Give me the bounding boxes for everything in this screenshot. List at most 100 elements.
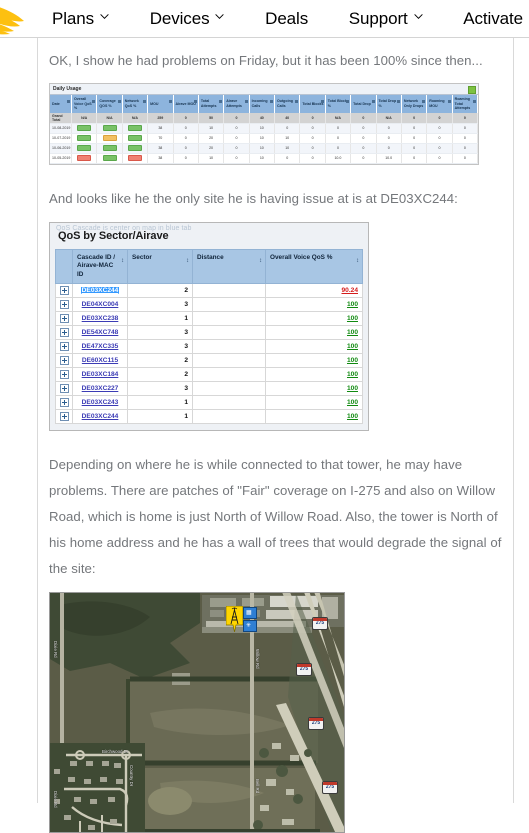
sort-icon[interactable]	[473, 100, 476, 103]
cascade-id-cell[interactable]: DE03XC238	[72, 311, 128, 327]
sector-badge-2[interactable]: ✳	[243, 620, 257, 633]
daily-usage-column-header[interactable]: Outgoing Calls	[274, 95, 301, 113]
close-icon[interactable]	[468, 86, 476, 94]
qos-value-link[interactable]: 100	[347, 371, 358, 378]
qos-header-distance[interactable]: Distance ↕	[192, 248, 266, 285]
sort-icon[interactable]	[371, 100, 375, 103]
overall-voice-qos-cell[interactable]: 100	[265, 325, 363, 341]
cascade-id-cell[interactable]: DE03XC244	[72, 283, 128, 299]
nav-item-devices[interactable]: Devices	[150, 9, 225, 29]
overall-voice-qos-cell[interactable]: 100	[265, 311, 363, 327]
sort-icon[interactable]	[244, 100, 248, 103]
expand-row-button[interactable]	[55, 297, 73, 313]
cascade-id-link[interactable]: DE03XC227	[82, 385, 119, 392]
qos-value-link[interactable]: 100	[347, 413, 358, 420]
cascade-id-link[interactable]: DE60XC115	[82, 357, 118, 364]
cascade-id-cell[interactable]: DE60XC115	[72, 353, 128, 369]
cascade-id-link[interactable]: DE03XC238	[82, 315, 119, 322]
daily-usage-column-header[interactable]: Total Blocks %	[325, 95, 352, 113]
daily-usage-column-header[interactable]: Incoming Calls	[249, 95, 276, 113]
cascade-id-cell[interactable]: DE54XC748	[72, 325, 128, 341]
cascade-id-link[interactable]: DE03XC184	[82, 371, 119, 378]
daily-usage-column-header[interactable]: Network QoS %	[122, 95, 149, 113]
sort-icon[interactable]: ↕	[186, 258, 189, 264]
sort-icon[interactable]	[168, 100, 172, 103]
daily-usage-column-header[interactable]: Total Drop %	[376, 95, 402, 113]
overall-voice-qos-cell[interactable]: 100	[265, 395, 363, 411]
daily-usage-column-header[interactable]: Roaming Total Attempts	[452, 95, 479, 113]
cascade-id-cell[interactable]: DE04XC004	[72, 297, 128, 313]
expand-row-button[interactable]	[55, 395, 73, 411]
daily-usage-column-header[interactable]: Total Drop	[350, 95, 377, 113]
expand-row-button[interactable]	[55, 283, 73, 299]
sort-icon[interactable]	[295, 100, 299, 103]
qos-value-link[interactable]: 100	[347, 399, 358, 406]
daily-usage-column-header[interactable]: Airave MOU	[173, 95, 199, 113]
nav-item-support[interactable]: Support	[349, 9, 423, 29]
cascade-id-link[interactable]: DE54XC748	[82, 329, 119, 336]
cascade-id-link[interactable]: DE03XC243	[82, 399, 119, 406]
expand-row-button[interactable]	[55, 353, 73, 369]
cascade-id-link[interactable]: DE03XC244	[80, 287, 120, 295]
expand-row-button[interactable]	[55, 339, 73, 355]
qos-value-link[interactable]: 100	[347, 357, 358, 364]
overall-voice-qos-cell[interactable]: 90.24	[265, 283, 363, 299]
daily-usage-column-header[interactable]: Overall Voice QoS %	[71, 95, 98, 113]
qos-value-link[interactable]: 100	[347, 329, 358, 336]
cascade-id-link[interactable]: DE04XC004	[82, 301, 119, 308]
sort-icon[interactable]	[67, 100, 70, 103]
sector-badge-1[interactable]: ▦	[243, 607, 257, 620]
cascade-id-cell[interactable]: DE03XC227	[72, 381, 128, 397]
qos-value-link[interactable]: 100	[347, 315, 358, 322]
cell-tower-marker-icon[interactable]	[225, 605, 244, 633]
qos-header-cascade-id[interactable]: Cascade ID / Airave-MAC ID ↕	[72, 248, 128, 285]
cascade-id-cell[interactable]: DE03XC184	[72, 367, 128, 383]
sort-icon[interactable]	[396, 100, 400, 103]
daily-usage-column-header[interactable]: Roaming MOU	[426, 95, 453, 113]
sort-icon[interactable]: ↕	[121, 258, 124, 264]
sort-icon[interactable]	[117, 100, 121, 103]
nav-item-plans[interactable]: Plans	[52, 9, 109, 29]
qos-header-overall-voice-qos[interactable]: Overall Voice QoS % ↕	[265, 248, 363, 285]
daily-usage-column-header[interactable]: Network Only Drops	[401, 95, 428, 113]
cascade-id-cell[interactable]: DE03XC244	[72, 409, 128, 425]
daily-usage-column-header[interactable]: Total Blocks	[299, 95, 326, 113]
qos-value-link[interactable]: 100	[347, 301, 358, 308]
overall-voice-qos-cell[interactable]: 100	[265, 353, 363, 369]
daily-usage-column-header[interactable]: MOU	[147, 95, 174, 113]
expand-row-button[interactable]	[55, 311, 73, 327]
sort-icon[interactable]	[447, 100, 451, 103]
sort-icon[interactable]	[92, 100, 96, 103]
qos-header-sector[interactable]: Sector ↕	[127, 248, 193, 285]
sort-icon[interactable]	[219, 100, 223, 103]
cascade-id-link[interactable]: DE03XC244	[82, 413, 119, 420]
cascade-id-cell[interactable]: DE03XC243	[72, 395, 128, 411]
expand-row-button[interactable]	[55, 325, 73, 341]
daily-usage-column-header[interactable]: Total Attempts	[198, 95, 225, 113]
daily-usage-column-header[interactable]: Coverage QOS %	[96, 95, 123, 113]
overall-voice-qos-cell[interactable]: 100	[265, 367, 363, 383]
sort-icon[interactable]	[346, 100, 350, 103]
nav-item-deals[interactable]: Deals	[265, 9, 308, 29]
qos-value-link[interactable]: 100	[347, 343, 358, 350]
sort-icon[interactable]: ↕	[259, 258, 262, 264]
qos-value-link[interactable]: 100	[347, 385, 358, 392]
qos-value-link[interactable]: 90.24	[341, 287, 358, 294]
sort-icon[interactable]	[143, 100, 147, 103]
sort-icon[interactable]	[270, 100, 273, 103]
sort-icon[interactable]	[422, 100, 426, 103]
sprint-pinwheel-logo[interactable]	[0, 0, 36, 37]
satellite-map-image[interactable]: ▦ ✳ 275 275 275 275 Dixie Rd Willow Rd B…	[49, 592, 345, 833]
sort-icon[interactable]	[320, 100, 324, 103]
overall-voice-qos-cell[interactable]: 100	[265, 339, 363, 355]
overall-voice-qos-cell[interactable]: 100	[265, 381, 363, 397]
nav-item-activate[interactable]: Activate	[463, 9, 523, 29]
daily-usage-column-header[interactable]: Date	[50, 95, 72, 113]
sector-badges[interactable]: ▦ ✳	[243, 607, 257, 633]
overall-voice-qos-cell[interactable]: 100	[265, 409, 363, 425]
cascade-id-cell[interactable]: DE47XC335	[72, 339, 128, 355]
expand-row-button[interactable]	[55, 381, 73, 397]
overall-voice-qos-cell[interactable]: 100	[265, 297, 363, 313]
sort-icon[interactable]	[193, 100, 197, 103]
expand-row-button[interactable]	[55, 367, 73, 383]
